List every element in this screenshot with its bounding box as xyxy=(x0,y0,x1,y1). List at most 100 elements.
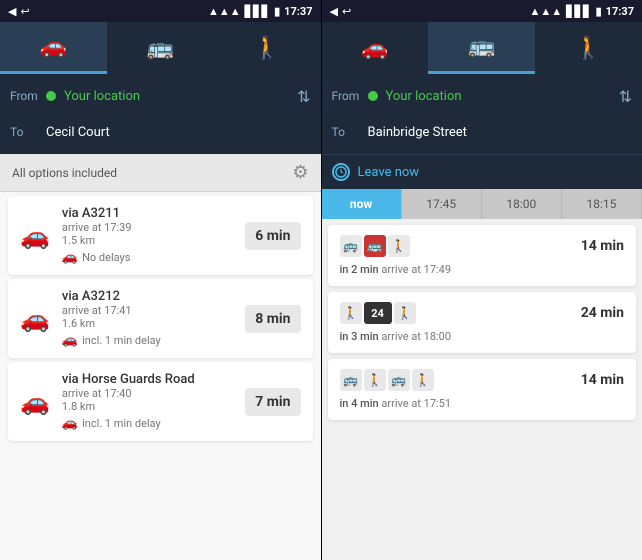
transit-icons-3: 🚌 🚶 🚌 🚶 xyxy=(340,369,434,391)
transit-item-3[interactable]: 🚌 🚶 🚌 🚶 14 min in 4 min arrive at 17:51 xyxy=(328,359,637,420)
right-from-location[interactable]: Your location xyxy=(386,89,462,104)
transit-arrive-2: arrive at 18:00 xyxy=(381,330,451,343)
delay-icon-2: 🚗 xyxy=(62,333,78,348)
bus-icon: 🚌 xyxy=(147,36,174,61)
right-status-right: ▲▲▲ ▋▋▋ ▮ 17:37 xyxy=(530,5,634,18)
left-options-bar: All options included ⚙ xyxy=(0,154,321,192)
left-tab-car[interactable]: 🚗 xyxy=(0,22,107,74)
left-tab-walk[interactable]: 🚶 xyxy=(214,22,321,74)
transit-bus-icon-1: 🚌 xyxy=(340,235,362,257)
transit-bus-icon-3a: 🚌 xyxy=(340,369,362,391)
right-time: 17:37 xyxy=(606,5,634,18)
delay-text-3: incl. 1 min delay xyxy=(82,417,161,430)
gear-icon[interactable]: ⚙ xyxy=(292,162,308,183)
time-tab-now[interactable]: now xyxy=(322,189,402,219)
battery-icon: ▮ xyxy=(274,5,280,18)
route-item-2[interactable]: 🚗 via A3212 arrive at 17:41 1.6 km 🚗 inc… xyxy=(8,279,313,358)
left-from-label: From xyxy=(10,89,38,103)
left-nav-tabs: 🚗 🚌 🚶 xyxy=(0,22,321,74)
transit-in-min-3: in 4 min xyxy=(340,397,379,410)
right-back-icon: ◀ xyxy=(330,5,338,18)
route-delay-row-3: 🚗 incl. 1 min delay xyxy=(62,416,233,431)
right-to-row: To Bainbridge Street xyxy=(332,116,633,148)
right-from-label: From xyxy=(332,89,360,103)
right-tab-car[interactable]: 🚗 xyxy=(322,22,429,74)
clock-icon xyxy=(332,163,350,181)
transit-list: 🚌 🚌 🚶 14 min in 2 min arrive at 17:49 🚶 … xyxy=(322,219,642,560)
right-from-row: From Your location ⇅ xyxy=(332,80,633,112)
left-from-location[interactable]: Your location xyxy=(64,89,140,104)
left-tab-bus[interactable]: 🚌 xyxy=(107,22,214,74)
route-time-2: 8 min xyxy=(245,305,300,333)
right-wifi-icon: ↩ xyxy=(342,5,351,18)
route-delay-row-1: 🚗 No delays xyxy=(62,250,233,265)
transit-bus-icon-3b: 🚌 xyxy=(388,369,410,391)
transit-time-2: 24 min xyxy=(581,305,624,321)
time-tab-1745[interactable]: 17:45 xyxy=(402,189,482,219)
left-panel: ◀ ↩ ▲▲▲ ▋▋▋ ▮ 17:37 🚗 🚌 🚶 From Your loca… xyxy=(0,0,321,560)
leave-now-label: Leave now xyxy=(358,165,420,180)
transit-in-min-1: in 2 min xyxy=(340,263,379,276)
transit-walk-icon-3b: 🚶 xyxy=(412,369,434,391)
route-dist-2: 1.6 km xyxy=(62,317,233,330)
route-via-2: via A3212 xyxy=(62,289,233,304)
left-swap-icon[interactable]: ⇅ xyxy=(297,87,310,106)
right-cell-signal-icon: ▋▋▋ xyxy=(566,5,591,18)
right-status-bar: ◀ ↩ ▲▲▲ ▋▋▋ ▮ 17:37 xyxy=(322,0,642,22)
time-tab-1800[interactable]: 18:00 xyxy=(482,189,562,219)
route-time-1: 6 min xyxy=(245,222,300,250)
transit-bottom-1: in 2 min arrive at 17:49 xyxy=(340,263,625,276)
left-from-row: From Your location ⇅ xyxy=(10,80,311,112)
back-icon: ◀ xyxy=(8,5,16,18)
transit-time-1: 14 min xyxy=(581,238,624,254)
route-info-2: via A3212 arrive at 17:41 1.6 km 🚗 incl.… xyxy=(62,289,233,348)
route-info-1: via A3211 arrive at 17:39 1.5 km 🚗 No de… xyxy=(62,206,233,265)
route-arrive-3: arrive at 17:40 xyxy=(62,387,233,400)
right-to-location[interactable]: Bainbridge Street xyxy=(368,125,467,140)
route-car-icon-1: 🚗 xyxy=(20,222,50,250)
left-to-location[interactable]: Cecil Court xyxy=(46,125,110,140)
left-to-label: To xyxy=(10,125,38,139)
transit-top-2: 🚶 24 🚶 24 min xyxy=(340,302,625,324)
time-tab-1815[interactable]: 18:15 xyxy=(562,189,642,219)
right-from-dot xyxy=(368,91,378,101)
delay-text-2: incl. 1 min delay xyxy=(82,334,161,347)
route-item-3[interactable]: 🚗 via Horse Guards Road arrive at 17:40 … xyxy=(8,362,313,441)
delay-icon-3: 🚗 xyxy=(62,416,78,431)
wifi-icon: ↩ xyxy=(20,5,29,18)
route-time-3: 7 min xyxy=(245,388,300,416)
transit-walk-icon-2b: 🚶 xyxy=(394,302,416,324)
left-location-bar: From Your location ⇅ To Cecil Court xyxy=(0,74,321,154)
right-wifi-signal-icon: ▲▲▲ xyxy=(530,5,563,18)
right-to-label: To xyxy=(332,125,360,139)
right-bus-icon: 🚌 xyxy=(468,34,495,59)
route-car-icon-3: 🚗 xyxy=(20,388,50,416)
right-tab-walk[interactable]: 🚶 xyxy=(535,22,642,74)
transit-item-1[interactable]: 🚌 🚌 🚶 14 min in 2 min arrive at 17:49 xyxy=(328,225,637,286)
transit-icons-1: 🚌 🚌 🚶 xyxy=(340,235,410,257)
left-status-bar: ◀ ↩ ▲▲▲ ▋▋▋ ▮ 17:37 xyxy=(0,0,321,22)
route-via-1: via A3211 xyxy=(62,206,233,221)
route-info-3: via Horse Guards Road arrive at 17:40 1.… xyxy=(62,372,233,431)
route-dist-1: 1.5 km xyxy=(62,234,233,247)
transit-in-min-2: in 3 min xyxy=(340,330,379,343)
transit-num-icon-2: 24 xyxy=(364,302,392,324)
car-icon: 🚗 xyxy=(40,34,67,59)
left-status-icons: ◀ ↩ xyxy=(8,5,30,18)
right-swap-icon[interactable]: ⇅ xyxy=(619,87,632,106)
left-routes-list: 🚗 via A3211 arrive at 17:39 1.5 km 🚗 No … xyxy=(0,192,321,560)
left-from-dot xyxy=(46,91,56,101)
route-item-1[interactable]: 🚗 via A3211 arrive at 17:39 1.5 km 🚗 No … xyxy=(8,196,313,275)
transit-walk-icon-1: 🚶 xyxy=(388,235,410,257)
right-battery-icon: ▮ xyxy=(596,5,602,18)
right-nav-tabs: 🚗 🚌 🚶 xyxy=(322,22,642,74)
route-arrive-1: arrive at 17:39 xyxy=(62,221,233,234)
transit-item-2[interactable]: 🚶 24 🚶 24 min in 3 min arrive at 18:00 xyxy=(328,292,637,353)
delay-icon-1: 🚗 xyxy=(62,250,78,265)
leave-now-bar[interactable]: Leave now xyxy=(322,154,642,189)
right-tab-bus[interactable]: 🚌 xyxy=(428,22,535,74)
wifi-signal-icon: ▲▲▲ xyxy=(208,5,241,18)
right-location-bar: From Your location ⇅ To Bainbridge Stree… xyxy=(322,74,642,154)
delay-text-1: No delays xyxy=(82,251,130,264)
route-dist-3: 1.8 km xyxy=(62,400,233,413)
